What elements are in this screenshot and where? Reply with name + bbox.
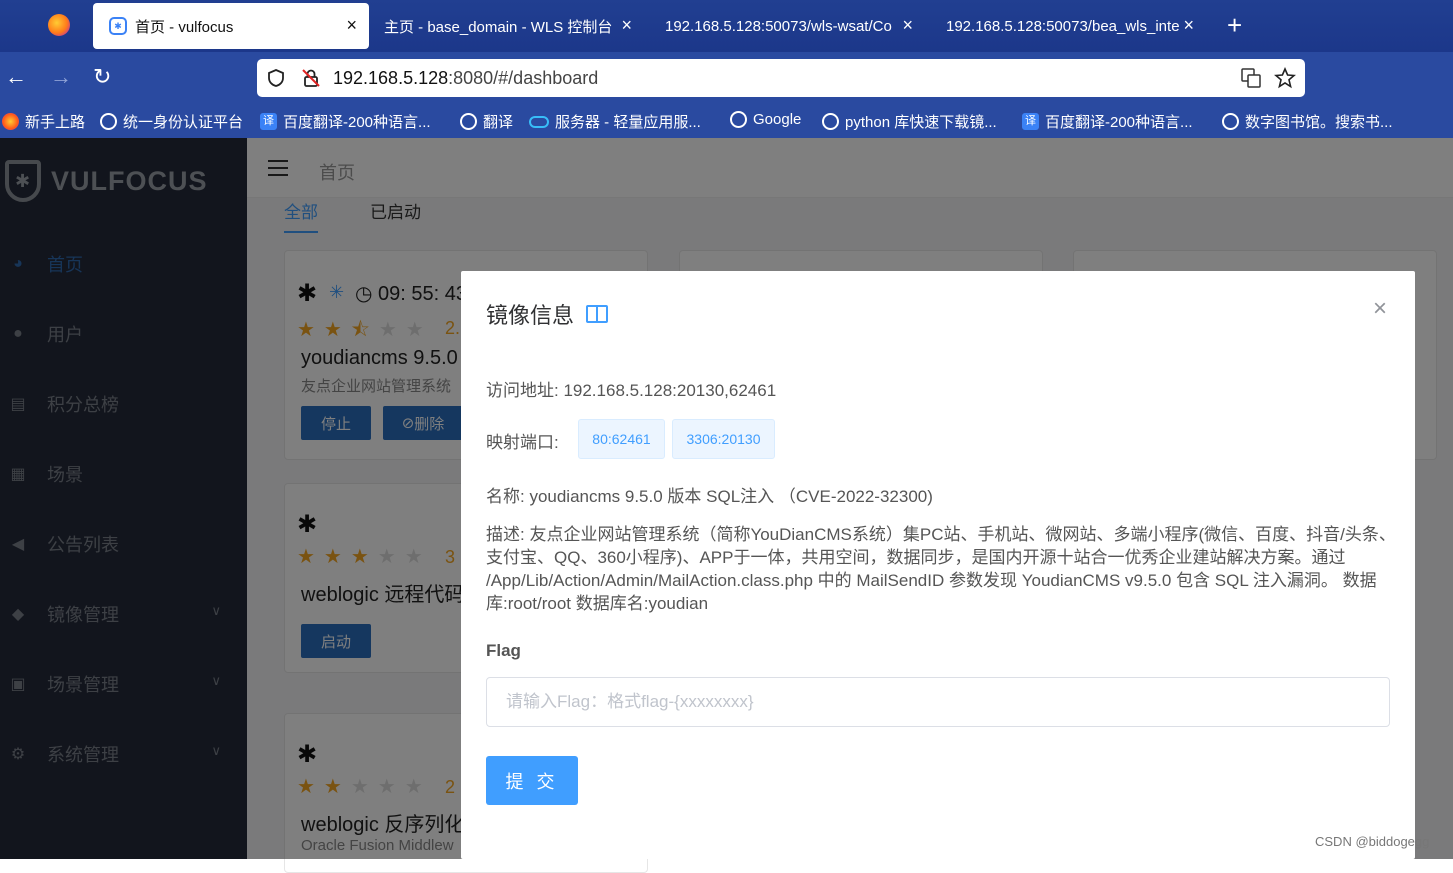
bookmark-label: 百度翻译-200种语言... bbox=[1045, 114, 1193, 131]
bookmark-item[interactable]: 统一身份认证平台 bbox=[100, 111, 243, 132]
book-icon[interactable] bbox=[586, 305, 609, 323]
flag-label: Flag bbox=[486, 641, 521, 660]
address-bar[interactable]: 192.168.5.128:8080/#/dashboard bbox=[257, 59, 1305, 97]
cloud-icon bbox=[529, 115, 549, 128]
port-label: 映射端口: bbox=[486, 433, 559, 452]
image-info-dialog: 镜像信息 × 访问地址: 192.168.5.128:20130,62461 映… bbox=[461, 271, 1415, 859]
vulfocus-favicon-icon: ✱ bbox=[109, 17, 127, 35]
port-tag: 3306:20130 bbox=[672, 419, 775, 459]
url-text[interactable]: 192.168.5.128:8080/#/dashboard bbox=[333, 68, 598, 89]
image-name: 名称: youdiancms 9.5.0 版本 SQL注入 （CVE-2022-… bbox=[486, 487, 933, 506]
bookmark-label: 百度翻译-200种语言... bbox=[283, 114, 431, 131]
browser-nav-bar: ← → ↻ 192.168.5.128:8080/#/dashboard bbox=[0, 52, 1453, 104]
translate-page-icon[interactable] bbox=[1241, 68, 1261, 88]
firefox-logo-icon[interactable] bbox=[48, 14, 70, 36]
reload-button[interactable]: ↻ bbox=[93, 64, 111, 90]
bookmark-label: 翻译 bbox=[483, 114, 514, 131]
translate-icon: 译 bbox=[1022, 113, 1039, 130]
bookmark-item[interactable]: Google bbox=[730, 111, 801, 128]
bookmark-item[interactable]: 译百度翻译-200种语言... bbox=[1022, 111, 1193, 132]
globe-icon bbox=[730, 111, 747, 128]
browser-tab-bea-wls[interactable]: 192.168.5.128:50073/bea_wls_inte × bbox=[930, 3, 1206, 49]
back-button[interactable]: ← bbox=[5, 64, 27, 90]
bookmark-item[interactable]: 服务器 - 轻量应用服... bbox=[529, 111, 701, 132]
port-tag: 80:62461 bbox=[578, 419, 665, 459]
tab-label: 主页 - base_domain - WLS 控制台 bbox=[384, 18, 613, 36]
tab-close-icon[interactable]: × bbox=[621, 16, 632, 34]
bookmark-label: 新手上路 bbox=[25, 114, 86, 131]
globe-icon bbox=[100, 113, 117, 130]
globe-icon bbox=[1222, 113, 1239, 130]
globe-icon bbox=[822, 113, 839, 130]
tab-label: 首页 - vulfocus bbox=[135, 18, 234, 36]
bookmark-item[interactable]: 数字图书馆。搜索书... bbox=[1222, 111, 1393, 132]
shield-icon[interactable] bbox=[267, 69, 285, 87]
bookmark-label: Google bbox=[753, 111, 802, 128]
tab-close-icon[interactable]: × bbox=[346, 16, 357, 34]
submit-button[interactable]: 提 交 bbox=[486, 756, 578, 805]
browser-tab-wls-console[interactable]: 主页 - base_domain - WLS 控制台 × bbox=[368, 3, 644, 49]
bookmark-label: 数字图书馆。搜索书... bbox=[1245, 114, 1393, 131]
globe-icon bbox=[460, 113, 477, 130]
firefox-icon bbox=[2, 113, 19, 130]
watermark: CSDN @biddogegg bbox=[1315, 834, 1430, 849]
bookmark-star-icon[interactable] bbox=[1274, 67, 1296, 89]
dialog-title-text: 镜像信息 bbox=[486, 303, 575, 328]
insecure-lock-icon[interactable] bbox=[301, 68, 321, 88]
close-icon[interactable]: × bbox=[1373, 297, 1387, 321]
forward-button[interactable]: → bbox=[50, 64, 72, 90]
dialog-title: 镜像信息 bbox=[486, 298, 609, 330]
tab-close-icon[interactable]: × bbox=[902, 16, 913, 34]
bookmark-label: python 库快速下载镜... bbox=[845, 114, 997, 131]
bookmark-item[interactable]: 译百度翻译-200种语言... bbox=[260, 111, 431, 132]
bookmark-label: 统一身份认证平台 bbox=[123, 114, 244, 131]
new-tab-button[interactable]: + bbox=[1227, 10, 1242, 40]
tab-close-icon[interactable]: × bbox=[1183, 16, 1194, 34]
url-path: :8080/#/dashboard bbox=[448, 68, 599, 88]
translate-icon: 译 bbox=[260, 113, 277, 130]
access-address: 访问地址: 192.168.5.128:20130,62461 bbox=[486, 381, 777, 400]
bookmarks-bar: 新手上路 统一身份认证平台 译百度翻译-200种语言... 翻译 服务器 - 轻… bbox=[0, 104, 1453, 138]
browser-tab-wls-wsat[interactable]: 192.168.5.128:50073/wls-wsat/Co × bbox=[649, 3, 925, 49]
image-description: 描述: 友点企业网站管理系统（简称YouDianCMS系统）集PC站、手机站、微… bbox=[486, 525, 1396, 613]
bookmark-item[interactable]: python 库快速下载镜... bbox=[822, 111, 997, 132]
url-host: 192.168.5.128 bbox=[333, 68, 449, 88]
browser-tab-vulfocus[interactable]: ✱ 首页 - vulfocus × bbox=[93, 3, 369, 49]
browser-tab-bar: ✱ 首页 - vulfocus × 主页 - base_domain - WLS… bbox=[0, 0, 1453, 52]
bookmark-item[interactable]: 翻译 bbox=[460, 111, 513, 132]
tab-label: 192.168.5.128:50073/bea_wls_inte bbox=[946, 17, 1180, 35]
bookmark-item[interactable]: 新手上路 bbox=[2, 111, 85, 132]
flag-input[interactable] bbox=[486, 677, 1390, 727]
tab-label: 192.168.5.128:50073/wls-wsat/Co bbox=[665, 17, 892, 35]
bookmark-label: 服务器 - 轻量应用服... bbox=[555, 114, 701, 131]
